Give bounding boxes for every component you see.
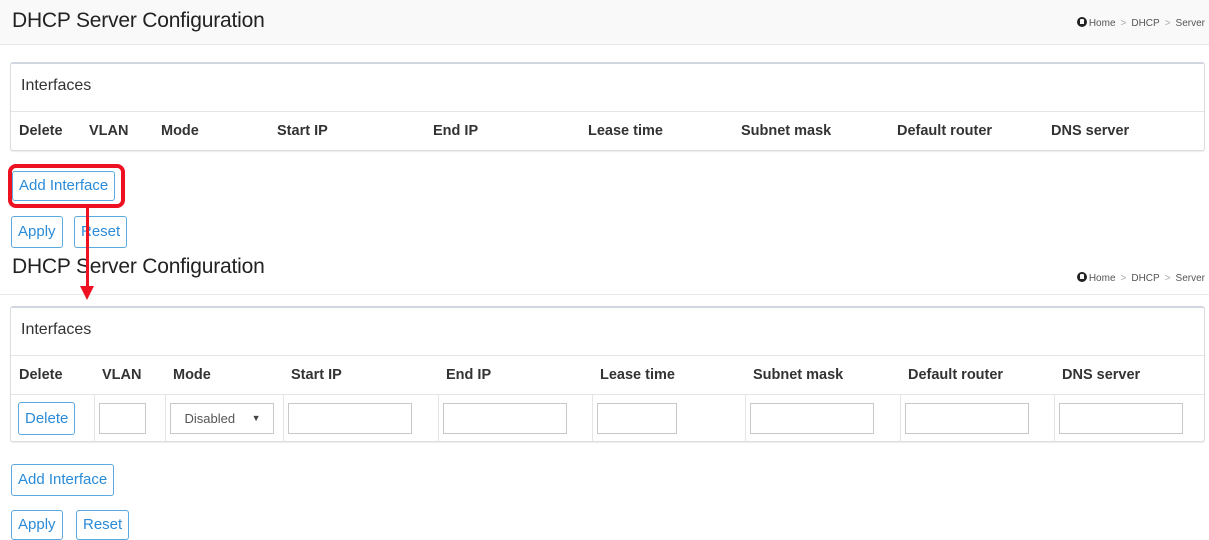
highlight-box bbox=[8, 164, 125, 208]
interfaces-table: Delete VLAN Mode Start IP End IP Lease t… bbox=[11, 356, 1204, 441]
start-ip-input[interactable] bbox=[287, 402, 412, 434]
col-start-ip: Start IP bbox=[291, 367, 342, 383]
subnet-mask-input[interactable] bbox=[749, 402, 874, 434]
col-subnet-mask: Subnet mask bbox=[753, 367, 844, 383]
table-row: Delete Disabled ▼ bbox=[11, 394, 1204, 441]
title-bar: DHCP Server Configuration Home > DHCP > Serv… bbox=[0, 0, 1209, 45]
col-delete: Delete bbox=[19, 367, 63, 383]
reset-button[interactable]: Reset bbox=[74, 216, 128, 248]
col-end-ip: End IP bbox=[433, 123, 479, 139]
screen-before: DHCP Server Configuration Home > DHCP > Serv… bbox=[0, 0, 1209, 250]
col-default-router: Default router bbox=[897, 123, 993, 139]
col-mode: Mode bbox=[161, 123, 199, 139]
col-subnet-mask: Subnet mask bbox=[741, 123, 832, 139]
col-delete: Delete bbox=[19, 123, 63, 139]
col-vlan: VLAN bbox=[102, 367, 142, 383]
delete-cell: Delete bbox=[11, 394, 94, 441]
end-ip-input[interactable] bbox=[442, 402, 567, 434]
apply-button[interactable]: Apply bbox=[11, 510, 63, 540]
col-mode: Mode bbox=[173, 367, 211, 383]
table-header-row: Delete VLAN Mode Start IP End IP Lease t… bbox=[11, 112, 1204, 150]
breadcrumb-dhcp[interactable]: DHCP bbox=[1131, 273, 1159, 284]
col-dns-server: DNS server bbox=[1062, 367, 1141, 383]
interfaces-table: Delete VLAN Mode Start IP End IP Lease t… bbox=[11, 112, 1204, 150]
section-title: Interfaces bbox=[11, 308, 1204, 356]
home-icon bbox=[1076, 17, 1087, 27]
chevron-down-icon: ▼ bbox=[251, 412, 261, 423]
vlan-input[interactable] bbox=[98, 402, 146, 434]
col-dns-server: DNS server bbox=[1051, 123, 1130, 139]
start-ip-cell bbox=[282, 394, 438, 441]
subnet-mask-cell bbox=[744, 394, 900, 441]
home-icon bbox=[1076, 272, 1087, 282]
page-title: DHCP Server Configuration bbox=[12, 9, 265, 32]
add-interface-button[interactable]: Add Interface bbox=[11, 464, 115, 496]
interfaces-box: Interfaces Delete VLAN Mode Start IP End… bbox=[10, 306, 1205, 442]
arrow-down-icon bbox=[80, 286, 94, 300]
col-end-ip: End IP bbox=[446, 367, 492, 383]
dns-server-input[interactable] bbox=[1058, 402, 1183, 434]
lease-time-cell bbox=[591, 394, 745, 441]
interfaces-box: Interfaces Delete VLAN Mode Start IP End… bbox=[10, 62, 1205, 151]
mode-cell: Disabled ▼ bbox=[164, 394, 283, 441]
col-default-router: Default router bbox=[908, 367, 1004, 383]
col-lease-time: Lease time bbox=[588, 123, 663, 139]
default-router-input[interactable] bbox=[904, 402, 1029, 434]
section-title: Interfaces bbox=[11, 64, 1204, 112]
breadcrumb-server: Server bbox=[1175, 273, 1205, 284]
mode-select-value: Disabled bbox=[184, 410, 236, 426]
breadcrumb: Home > DHCP > Server bbox=[1076, 272, 1205, 284]
col-vlan: VLAN bbox=[89, 123, 129, 139]
col-lease-time: Lease time bbox=[600, 367, 675, 383]
breadcrumb-home[interactable]: Home bbox=[1089, 273, 1116, 284]
dns-server-cell bbox=[1053, 394, 1204, 441]
reset-button[interactable]: Reset bbox=[76, 510, 130, 540]
default-router-cell bbox=[899, 394, 1054, 441]
table-header-row: Delete VLAN Mode Start IP End IP Lease t… bbox=[11, 356, 1204, 395]
mode-select[interactable]: Disabled ▼ bbox=[169, 402, 274, 434]
col-start-ip: Start IP bbox=[277, 123, 328, 139]
delete-row-button[interactable]: Delete bbox=[18, 401, 76, 435]
breadcrumb-server: Server bbox=[1175, 18, 1205, 29]
vlan-cell bbox=[93, 394, 165, 441]
lease-time-input[interactable] bbox=[596, 402, 677, 434]
annotation-arrow bbox=[86, 208, 89, 288]
breadcrumb-home[interactable]: Home bbox=[1089, 18, 1116, 29]
page-title: DHCP Server Configuration bbox=[12, 255, 265, 278]
screen-after: DHCP Server Configuration Home > DHCP > Serv… bbox=[0, 250, 1209, 540]
apply-button[interactable]: Apply bbox=[11, 216, 63, 248]
breadcrumb: Home > DHCP > Server bbox=[1076, 17, 1205, 29]
title-bar: DHCP Server Configuration Home > DHCP > Serv… bbox=[0, 250, 1209, 295]
end-ip-cell bbox=[437, 394, 592, 441]
breadcrumb-dhcp[interactable]: DHCP bbox=[1131, 18, 1159, 29]
